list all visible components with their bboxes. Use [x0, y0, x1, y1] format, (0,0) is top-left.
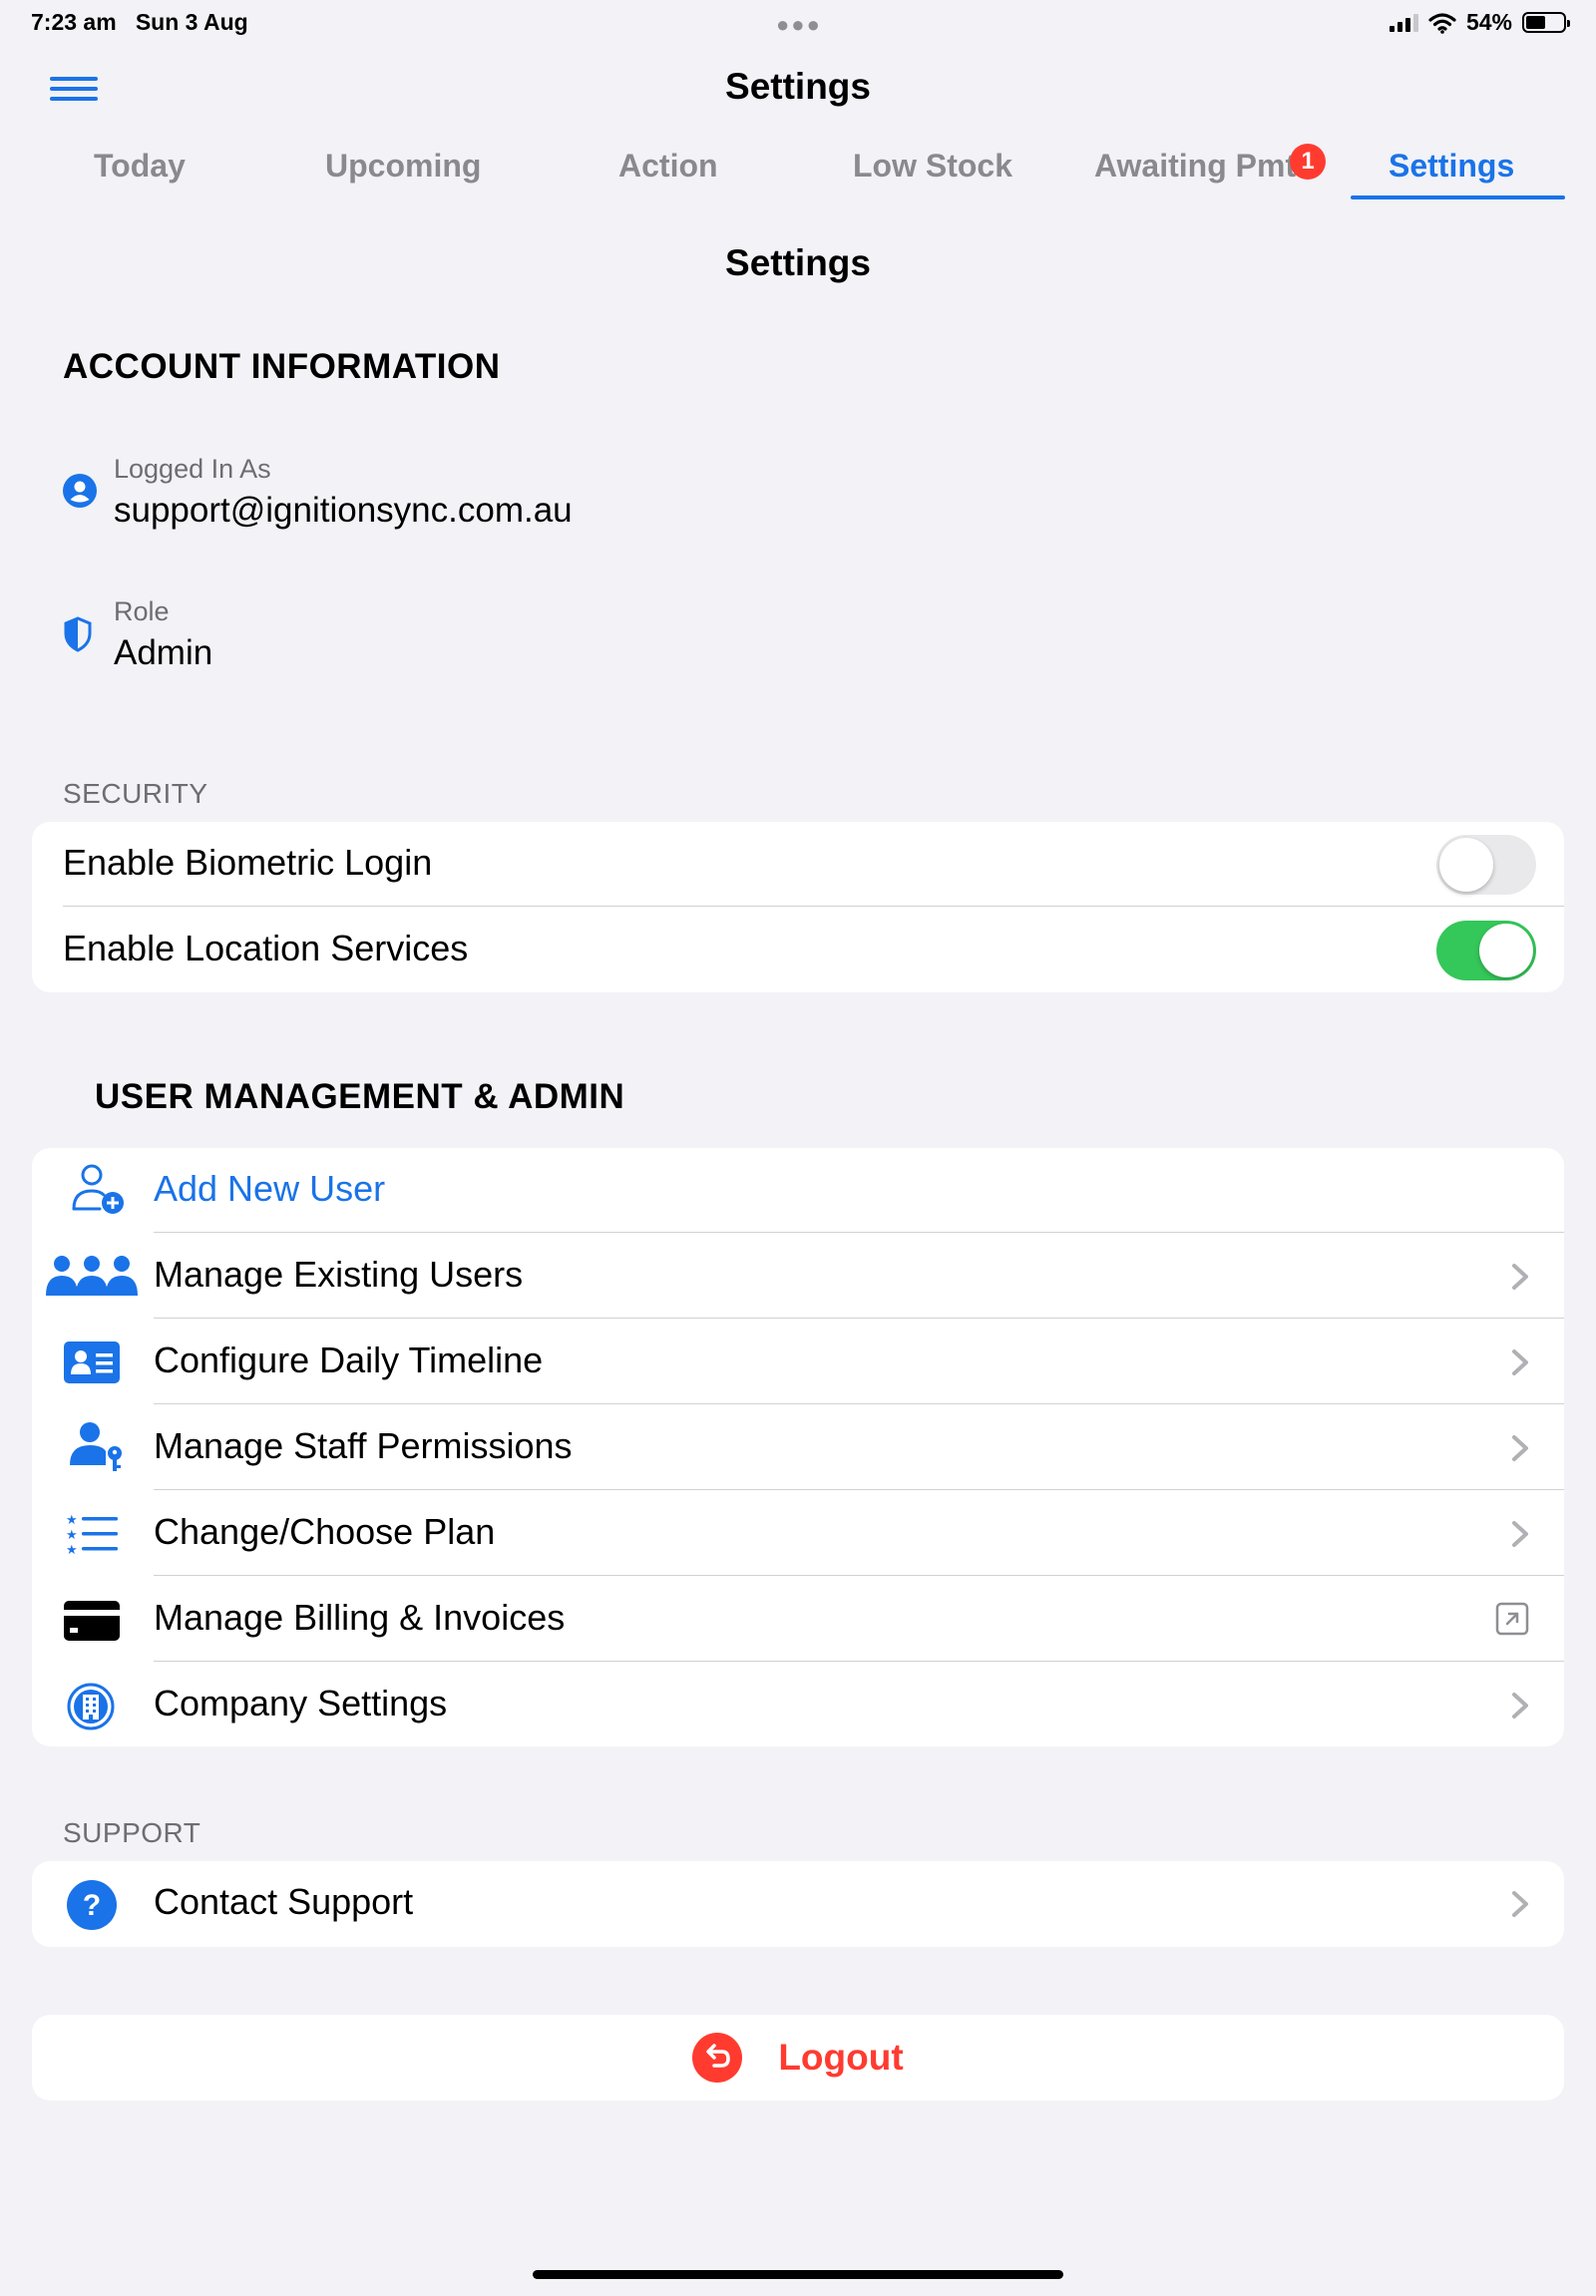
manage-existing-users-row[interactable]: Manage Existing Users [32, 1234, 1564, 1319]
manage-billing-row[interactable]: Manage Billing & Invoices [32, 1577, 1564, 1662]
status-bar: 7:23 am Sun 3 Aug ●●● 54% [0, 0, 1596, 48]
chevron-right-icon [1512, 1435, 1528, 1461]
chevron-right-icon [1512, 1521, 1528, 1547]
location-services-toggle[interactable] [1436, 921, 1536, 980]
user-circle-icon [63, 474, 97, 508]
battery-percent: 54% [1465, 9, 1512, 35]
logged-in-as-label: Logged In As [114, 454, 271, 484]
security-card: Enable Biometric Login Enable Location S… [32, 822, 1564, 992]
logout-label: Logout [778, 2037, 904, 2078]
svg-text:★: ★ [66, 1528, 78, 1543]
logout-icon [692, 2033, 743, 2083]
external-link-icon [1495, 1602, 1529, 1636]
user-key-icon [70, 1422, 122, 1471]
list-icon: ★ ★ ★ [66, 1513, 118, 1555]
cellular-signal-icon [1389, 13, 1418, 32]
location-services-label: Enable Location Services [63, 928, 469, 968]
page-title: Settings [725, 242, 871, 283]
tab-settings[interactable]: Settings [1389, 148, 1514, 185]
user-management-card: Add New User Manage Existing Users Confi… [32, 1148, 1564, 1746]
user-management-heading: USER MANAGEMENT & ADMIN [95, 1077, 625, 1116]
logged-in-as-value: support@ignitionsync.com.au [114, 491, 573, 530]
support-card: ? Contact Support [32, 1861, 1564, 1947]
svg-text:★: ★ [66, 1513, 78, 1528]
status-time: 7:23 am Sun 3 Aug [31, 9, 248, 35]
company-settings-row[interactable]: Company Settings [32, 1663, 1564, 1746]
multitasking-dots-icon[interactable]: ●●● [776, 12, 822, 38]
role-value: Admin [114, 633, 213, 672]
manage-staff-permissions-label: Manage Staff Permissions [154, 1425, 573, 1466]
add-user-icon [72, 1164, 124, 1214]
logout-button[interactable]: Logout [32, 2015, 1564, 2101]
battery-icon [1522, 12, 1570, 33]
chevron-right-icon [1512, 1891, 1528, 1917]
security-caption: SECURITY [63, 778, 208, 809]
manage-staff-permissions-row[interactable]: Manage Staff Permissions [32, 1405, 1564, 1490]
change-choose-plan-row[interactable]: ★ ★ ★ Change/Choose Plan [32, 1491, 1564, 1576]
configure-daily-timeline-row[interactable]: Configure Daily Timeline [32, 1320, 1564, 1404]
biometric-login-toggle[interactable] [1436, 835, 1536, 895]
support-caption: SUPPORT [63, 1817, 201, 1848]
wifi-icon [1428, 12, 1456, 34]
users-group-icon [46, 1256, 138, 1296]
tab-action[interactable]: Action [618, 148, 718, 185]
tab-bar: Today Upcoming Action Low Stock Awaiting… [0, 148, 1596, 203]
id-card-icon [64, 1341, 120, 1383]
tab-upcoming[interactable]: Upcoming [325, 148, 481, 185]
chevron-right-icon [1512, 1693, 1528, 1719]
location-services-row: Enable Location Services [32, 908, 1564, 992]
biometric-login-row: Enable Biometric Login [32, 822, 1564, 907]
add-new-user-row[interactable]: Add New User [32, 1148, 1564, 1233]
credit-card-icon [64, 1601, 120, 1641]
tab-awaiting-pmt[interactable]: Awaiting Pmt [1094, 148, 1296, 185]
account-information-heading: ACCOUNT INFORMATION [63, 347, 501, 386]
building-icon [67, 1683, 115, 1730]
configure-daily-timeline-label: Configure Daily Timeline [154, 1339, 544, 1380]
question-circle-icon: ? [67, 1880, 117, 1930]
tab-today[interactable]: Today [94, 148, 186, 185]
contact-support-label: Contact Support [154, 1881, 414, 1922]
active-tab-indicator [1351, 195, 1565, 199]
contact-support-row[interactable]: ? Contact Support [32, 1861, 1564, 1946]
shield-icon [64, 616, 92, 652]
nav-title: Settings [725, 66, 871, 107]
home-indicator[interactable] [533, 2270, 1063, 2279]
tab-low-stock[interactable]: Low Stock [853, 148, 1012, 185]
svg-text:?: ? [83, 1889, 101, 1922]
awaiting-pmt-badge: 1 [1290, 144, 1326, 180]
biometric-login-label: Enable Biometric Login [63, 842, 433, 883]
manage-existing-users-label: Manage Existing Users [154, 1254, 524, 1295]
chevron-right-icon [1512, 1349, 1528, 1375]
role-label: Role [114, 596, 170, 626]
manage-billing-label: Manage Billing & Invoices [154, 1597, 566, 1638]
svg-text:★: ★ [66, 1543, 78, 1555]
company-settings-label: Company Settings [154, 1683, 448, 1723]
change-choose-plan-label: Change/Choose Plan [154, 1511, 496, 1552]
add-new-user-label: Add New User [154, 1168, 386, 1209]
chevron-right-icon [1512, 1264, 1528, 1290]
